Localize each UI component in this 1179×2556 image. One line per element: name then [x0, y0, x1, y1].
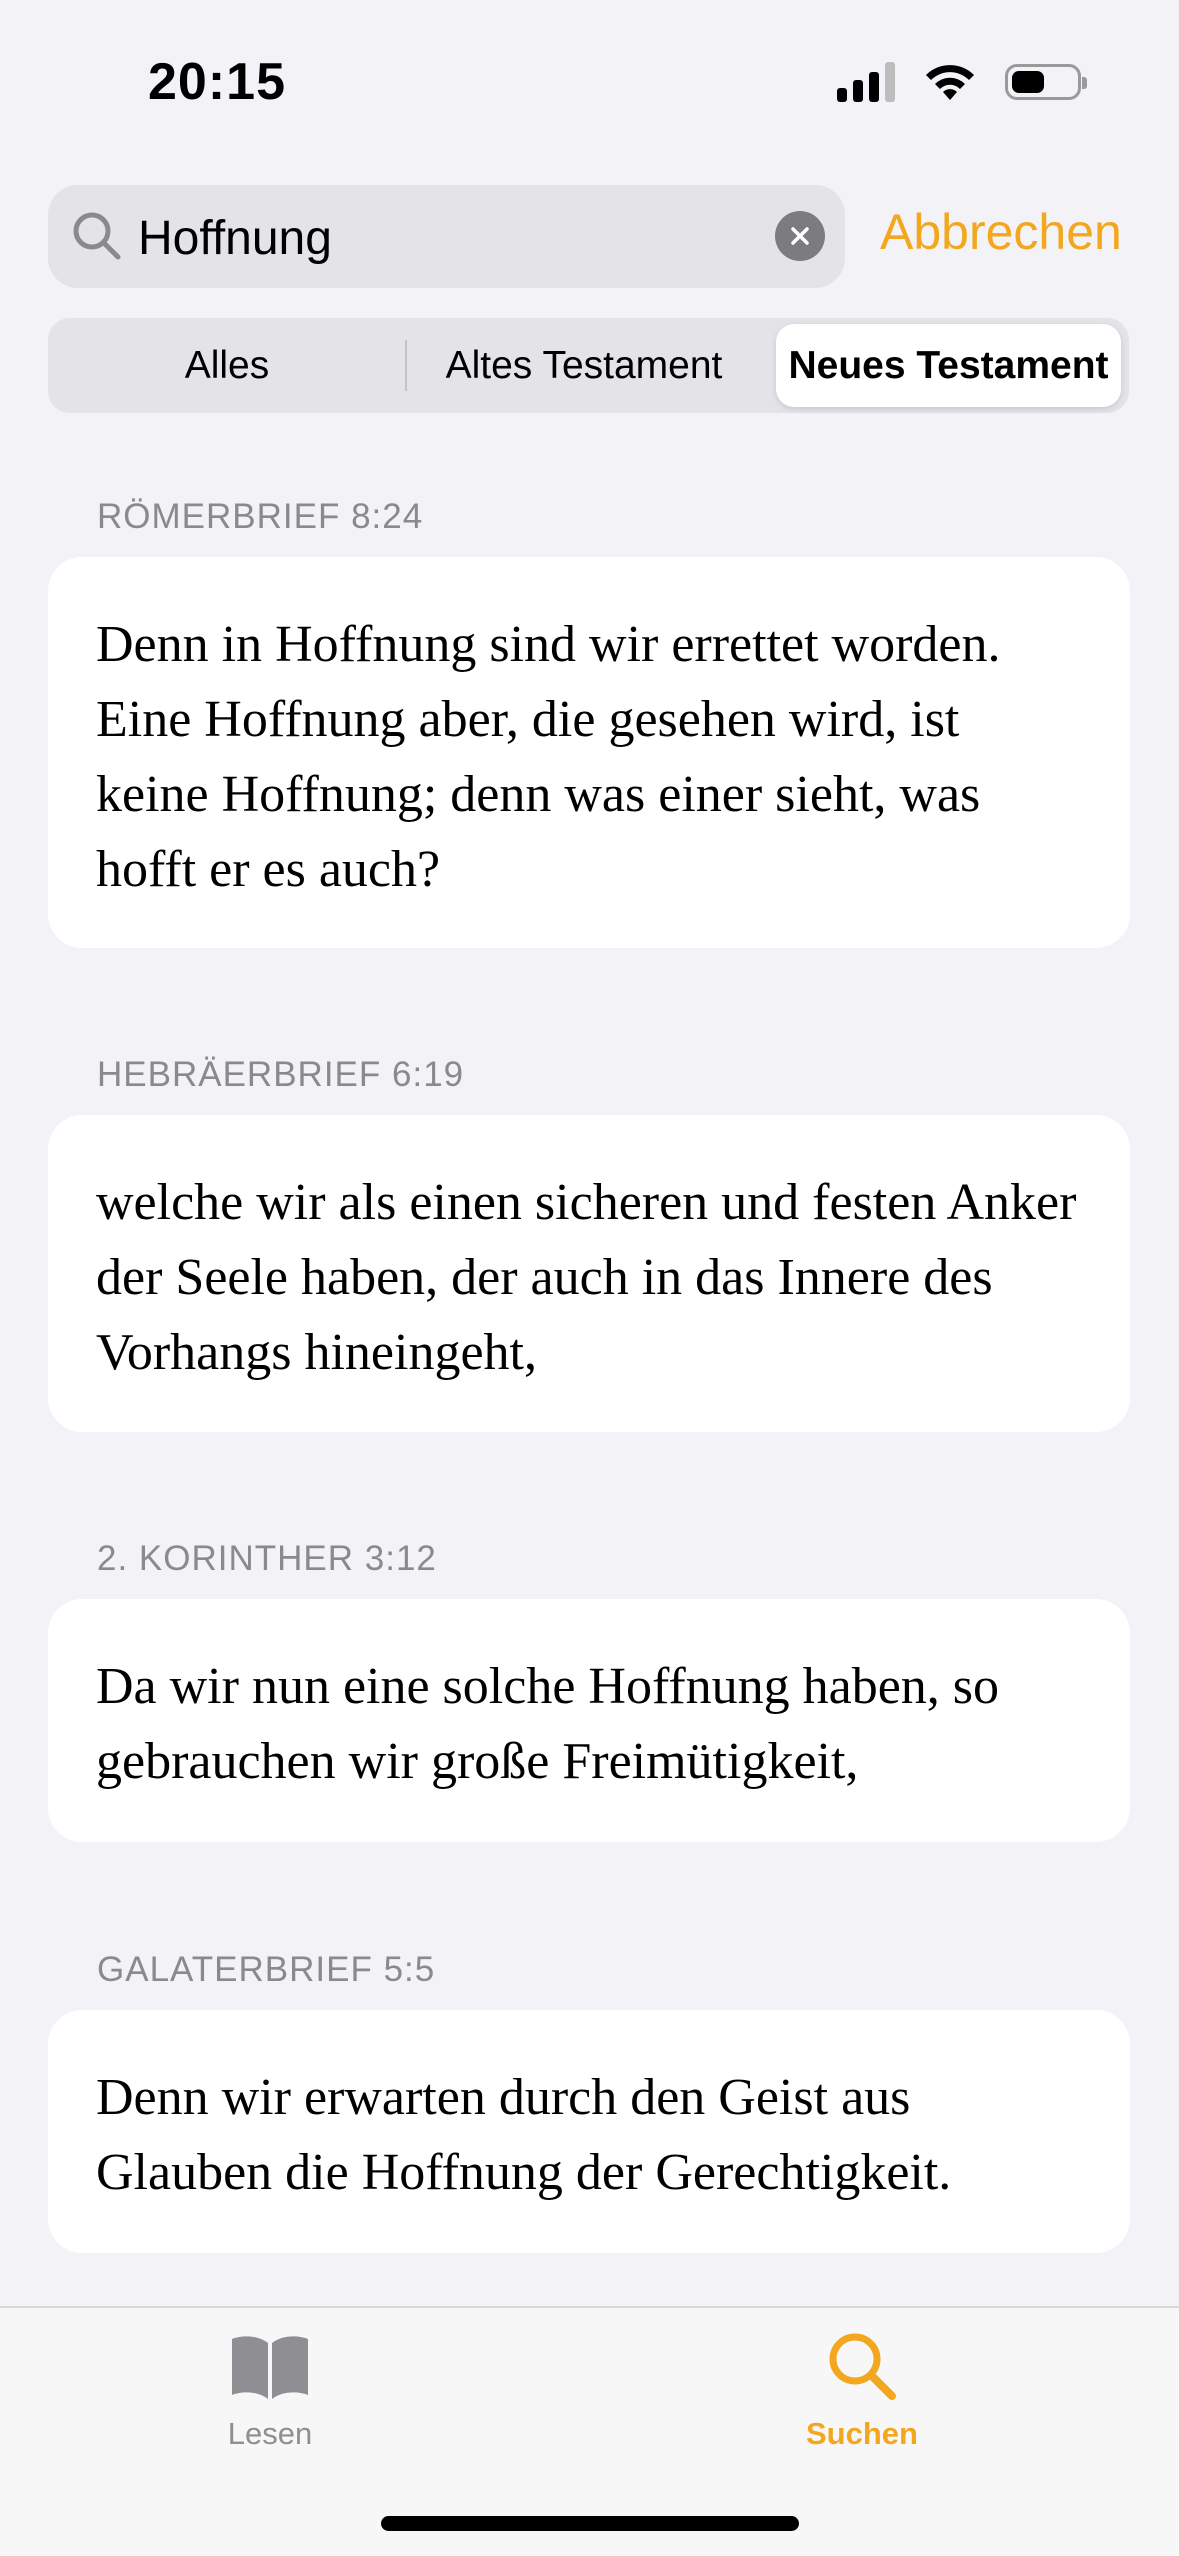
- search-icon: [829, 2333, 896, 2400]
- result-card[interactable]: Da wir nun eine solche Hoffnung haben, s…: [48, 1599, 1130, 1842]
- search-input[interactable]: Hoffnung: [138, 211, 332, 266]
- tab-read[interactable]: Lesen: [220, 2326, 320, 2452]
- segment-old-testament[interactable]: Altes Testament: [408, 324, 760, 407]
- result-card[interactable]: welche wir als einen sicheren und festen…: [48, 1115, 1130, 1432]
- book-icon: [232, 2336, 308, 2399]
- tab-read-label: Lesen: [227, 2416, 313, 2451]
- search-field[interactable]: Hoffnung: [48, 185, 845, 288]
- result-reference: 2. KORINTHER 3:12: [97, 1539, 437, 1578]
- status-time: 20:15: [148, 53, 286, 111]
- tab-search[interactable]: Suchen: [806, 2326, 918, 2452]
- tab-bar: Lesen Suchen: [0, 2306, 1179, 2556]
- cancel-button[interactable]: Abbrechen: [880, 203, 1122, 261]
- segment-divider: [405, 340, 407, 391]
- result-reference: GALATERBRIEF 5:5: [97, 1950, 436, 1989]
- battery-icon: [1005, 64, 1087, 100]
- segment-new-testament[interactable]: Neues Testament: [776, 324, 1121, 407]
- clear-search-button[interactable]: [775, 211, 825, 261]
- result-verse-text: Da wir nun eine solche Hoffnung haben, s…: [96, 1658, 1000, 1790]
- tab-search-label: Suchen: [806, 2416, 918, 2451]
- result-verse-text: Denn in Hoffnung sind wir errettet worde…: [96, 616, 1001, 898]
- search-icon: [73, 212, 121, 260]
- result-reference: RÖMERBRIEF 8:24: [97, 497, 424, 536]
- result-reference: HEBRÄERBRIEF 6:19: [97, 1055, 465, 1094]
- segment-all[interactable]: Alles: [54, 324, 400, 407]
- status-bar: 20:15: [0, 0, 1179, 170]
- result-verse-text: Denn wir erwarten durch den Geist aus Gl…: [96, 2069, 952, 2201]
- home-indicator[interactable]: [381, 2516, 799, 2531]
- testament-filter: Alles Altes Testament Neues Testament: [48, 318, 1129, 413]
- clear-icon: [791, 227, 809, 245]
- status-icons: [837, 62, 1087, 102]
- result-card[interactable]: Denn wir erwarten durch den Geist aus Gl…: [48, 2010, 1130, 2253]
- cellular-signal-icon: [837, 62, 895, 102]
- result-verse-text: welche wir als einen sicheren und festen…: [96, 1174, 1077, 1381]
- result-card[interactable]: Denn in Hoffnung sind wir errettet worde…: [48, 557, 1130, 948]
- wifi-icon: [926, 65, 974, 100]
